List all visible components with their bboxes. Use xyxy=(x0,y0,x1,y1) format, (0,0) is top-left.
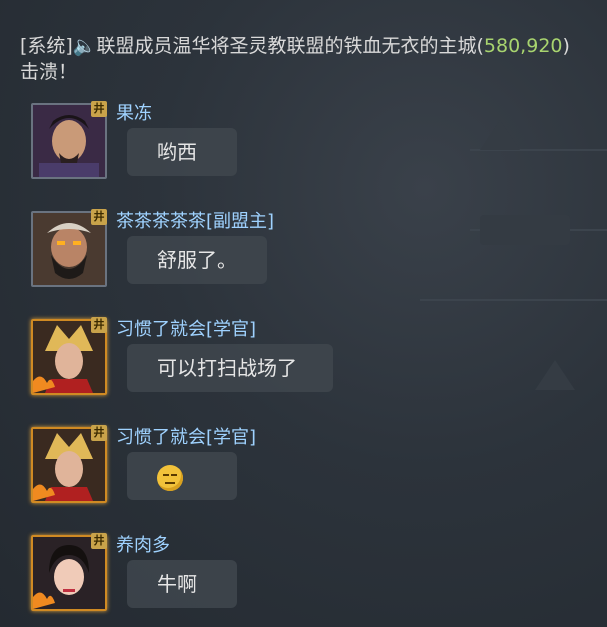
rank-badge: 井 xyxy=(91,209,107,225)
message-bubble xyxy=(127,452,237,500)
sender-name[interactable]: 习惯了就会[学官] xyxy=(116,315,256,341)
speaker-icon: 🔈 xyxy=(72,35,97,57)
rank-badge: 井 xyxy=(91,101,107,117)
rank-badge: 井 xyxy=(91,317,107,333)
sender-name[interactable]: 养肉多 xyxy=(116,531,170,557)
message-bubble: 哟西 xyxy=(127,128,237,176)
rank-badge: 井 xyxy=(91,533,107,549)
sender-name[interactable]: 习惯了就会[学官] xyxy=(116,423,256,449)
message-bubble: 牛啊 xyxy=(127,560,237,608)
system-message: [系统]🔈联盟成员温华将圣灵教联盟的铁血无衣的主城(580,920)击溃！ xyxy=(20,33,580,85)
message-bubble: 舒服了。 xyxy=(127,236,267,284)
system-text: 联盟成员温华将圣灵教联盟的铁血无衣的主城( xyxy=(96,35,484,57)
message-bubble: 可以打扫战场了 xyxy=(127,344,333,392)
smirk-emoji-icon xyxy=(157,464,183,491)
sender-name[interactable]: 茶茶茶茶茶[副盟主] xyxy=(116,207,274,233)
rank-badge: 井 xyxy=(91,425,107,441)
coordinate-link[interactable]: 580,920 xyxy=(484,35,563,57)
system-prefix: [系统] xyxy=(20,35,73,57)
sender-name[interactable]: 果冻 xyxy=(116,99,152,125)
